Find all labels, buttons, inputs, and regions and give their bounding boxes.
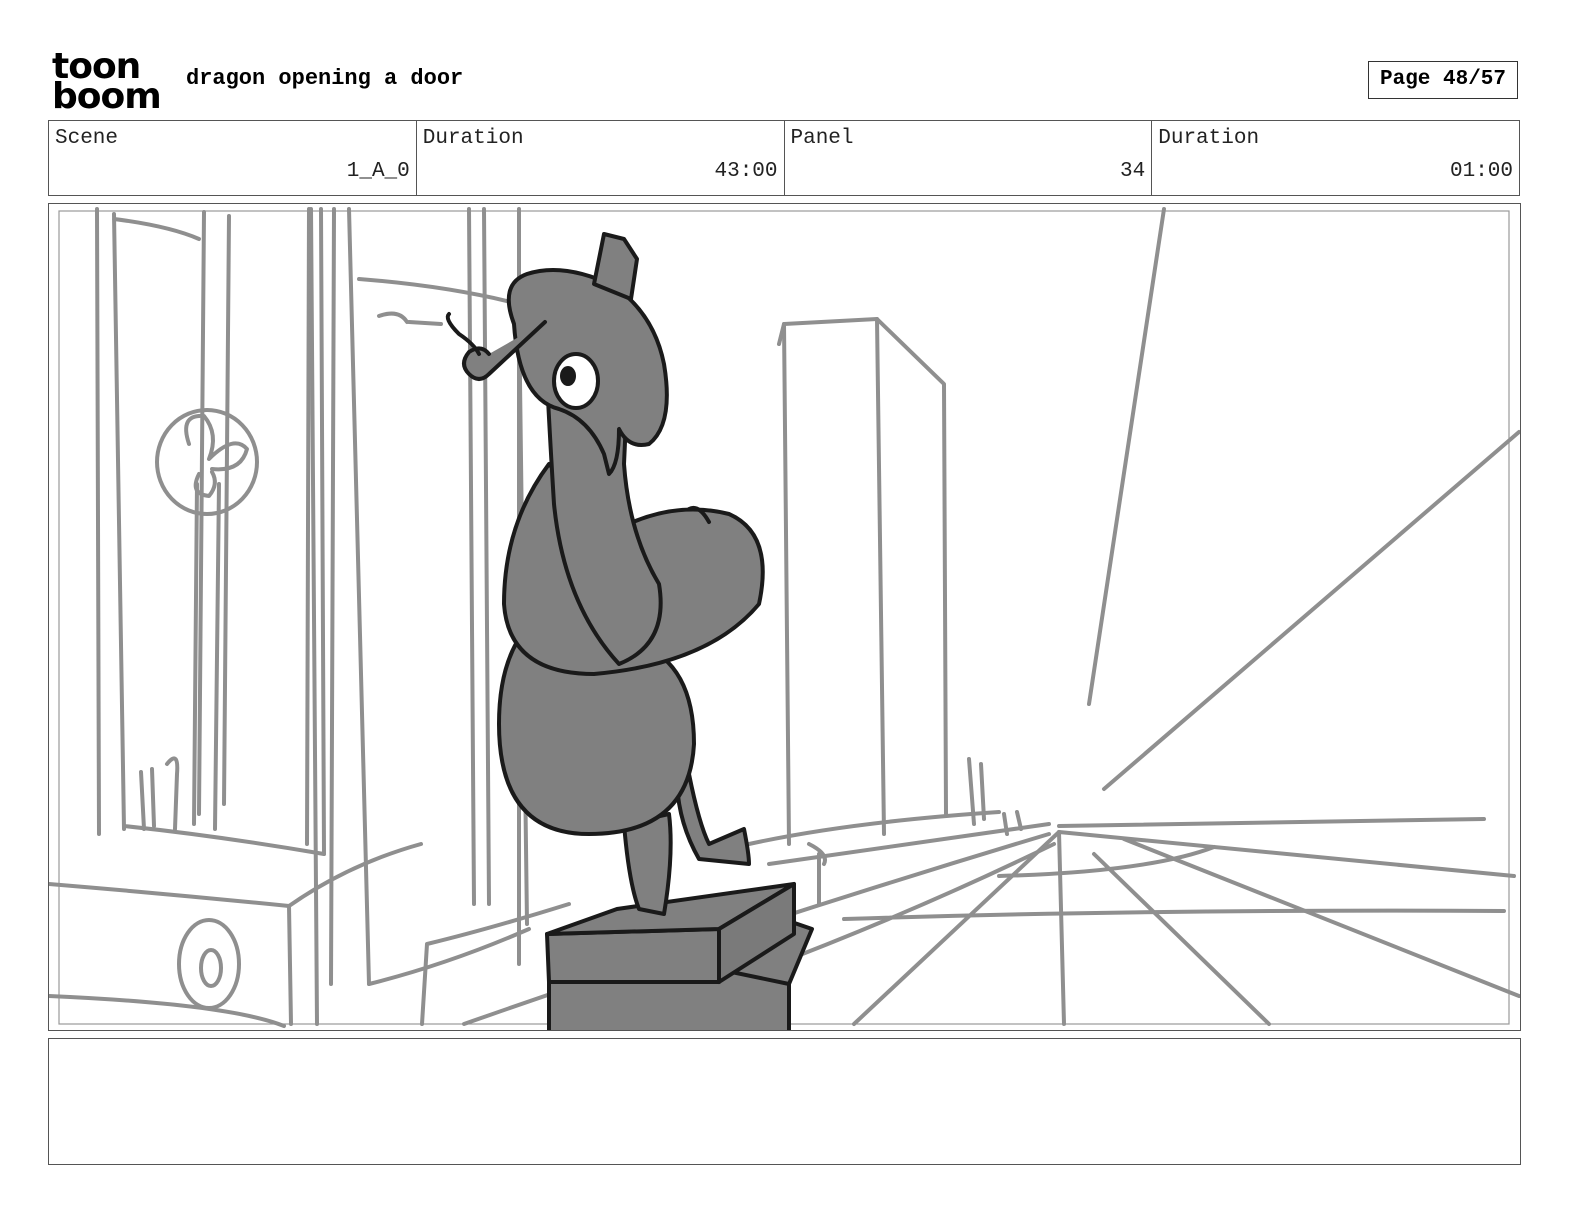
window-frame bbox=[112, 212, 201, 831]
round-vent bbox=[177, 918, 241, 1010]
panel-duration-cell: Duration 01:00 bbox=[1152, 121, 1519, 195]
dragon-back-leg bbox=[675, 772, 751, 866]
dragon-statue bbox=[445, 232, 814, 1030]
scene-duration-label: Duration bbox=[422, 127, 524, 150]
rooftop-line bbox=[1102, 430, 1520, 791]
panel-notes-area bbox=[48, 1038, 1521, 1165]
window-post bbox=[95, 207, 101, 836]
logo-line-2: boom bbox=[52, 76, 162, 117]
scene-cell: Scene 1_A_0 bbox=[49, 121, 417, 195]
toon-boom-logo: toon boom bbox=[52, 49, 164, 117]
street-line-right bbox=[1122, 837, 1520, 998]
panel-info-row: Scene 1_A_0 Duration 43:00 Panel 34 Dura… bbox=[48, 120, 1520, 196]
door-panel bbox=[357, 277, 529, 926]
panel-label: Panel bbox=[790, 127, 854, 150]
scene-value: 1_A_0 bbox=[346, 160, 410, 183]
panel-cell: Panel 34 bbox=[785, 121, 1153, 195]
scene-duration-cell: Duration 43:00 bbox=[417, 121, 785, 195]
building-edge-line bbox=[1087, 207, 1166, 706]
dragon-eye bbox=[552, 352, 600, 410]
door-handle-slot bbox=[377, 311, 443, 326]
storyboard-panel-frame bbox=[48, 203, 1521, 1031]
mid-building bbox=[777, 317, 948, 816]
document-title: dragon opening a door bbox=[186, 66, 464, 91]
panel-duration-value: 01:00 bbox=[1449, 160, 1513, 183]
scene-label: Scene bbox=[55, 127, 119, 150]
page-indicator: Page 48/57 bbox=[1368, 61, 1518, 99]
scene-duration-value: 43:00 bbox=[714, 160, 778, 183]
panel-value: 34 bbox=[1120, 160, 1146, 183]
pedestal-upper bbox=[545, 927, 721, 984]
storyboard-sketch bbox=[49, 207, 1520, 1030]
panel-duration-label: Duration bbox=[1158, 127, 1260, 150]
